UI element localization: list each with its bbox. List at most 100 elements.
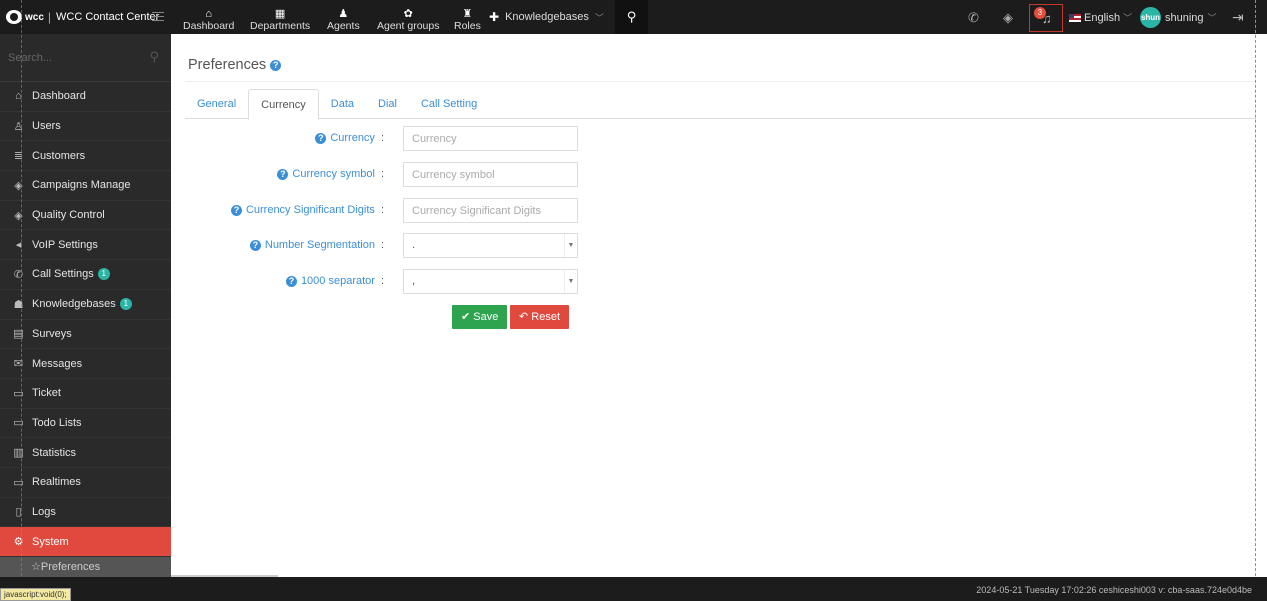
sidebar-item-ticket[interactable]: ▭ Ticket [0, 379, 171, 409]
language-label: English [1084, 11, 1121, 24]
nav-label: Departments [250, 20, 311, 32]
search-icon[interactable]: ⚲ [149, 49, 159, 65]
sidebar-item-realtimes[interactable]: ▭ Realtimes [0, 468, 171, 498]
currency-input[interactable] [403, 126, 578, 151]
bar-chart-icon: ▥ [13, 447, 24, 460]
nav-label: Dashboard [183, 20, 235, 32]
log-icon: ▯ [15, 506, 22, 519]
currency-symbol-label: ? Currency symbol: [277, 168, 384, 180]
notifications-button[interactable]: 3 ♫ [1029, 4, 1063, 32]
help-icon[interactable]: ? [315, 132, 327, 144]
sidebar-search-input[interactable] [8, 48, 158, 68]
reset-button-label: Reset [531, 311, 561, 323]
number-segmentation-row: ? Number Segmentation: . ▼ [171, 233, 871, 258]
sidebar-item-todo-lists[interactable]: ▭ Todo Lists [0, 409, 171, 439]
logout-icon[interactable]: ⇥ [1232, 9, 1244, 26]
volume-icon: ◂ [15, 239, 22, 252]
sidebar-item-label: Quality Control [32, 209, 105, 222]
sidebar-item-call-settings[interactable]: ✆ Call Settings 1 [0, 260, 171, 290]
sidebar-item-dashboard[interactable]: ⌂ Dashboard [0, 82, 171, 112]
help-icon[interactable]: ? [270, 59, 282, 71]
folder-icon: ▭ [13, 387, 24, 400]
currency-symbol-input[interactable] [403, 162, 578, 187]
search-button[interactable]: ⚲ [615, 0, 648, 34]
user-menu[interactable]: shun shuning ﹀ [1140, 7, 1217, 28]
guide-line [21, 0, 22, 601]
sidebar-item-label: Knowledgebases [32, 298, 116, 311]
nav-label: Roles [454, 20, 481, 32]
reset-button[interactable]: ↶ Reset [510, 305, 570, 329]
significant-digits-row: ? Currency Significant Digits: [171, 198, 871, 223]
chevron-down-icon: ﹀ [1123, 13, 1133, 23]
knowledgebases-menu[interactable]: ✚ Knowledgebases ﹀ [489, 10, 604, 24]
phone-icon: ✆ [13, 268, 24, 281]
help-icon[interactable]: ? [230, 204, 242, 216]
page-title-text: Preferences [188, 57, 267, 73]
page-title: Preferences ? [188, 57, 282, 73]
sidebar-item-statistics[interactable]: ▥ Statistics [0, 438, 171, 468]
sidebar-item-surveys[interactable]: ▤ Surveys [0, 320, 171, 350]
language-selector[interactable]: English ﹀ [1069, 11, 1132, 24]
nav-label: Agents [327, 20, 360, 32]
help-icon[interactable]: ? [277, 168, 289, 180]
roles-icon: ♜ [462, 8, 473, 20]
sidebar-item-messages[interactable]: ✉ Messages [0, 349, 171, 379]
currency-label-text: Currency [330, 132, 375, 144]
tab-dial[interactable]: Dial [366, 89, 409, 119]
count-badge: 1 [97, 268, 110, 281]
survey-icon: ▤ [13, 328, 24, 341]
nav-roles[interactable]: ♜ Roles [454, 8, 481, 32]
tab-call-setting[interactable]: Call Setting [409, 89, 489, 119]
brand[interactable]: wcc | WCC Contact Center [0, 0, 171, 34]
sidebar-subitem-preferences[interactable]: ☆Preferences [0, 557, 171, 577]
guide-line [1255, 0, 1256, 601]
nav-agents[interactable]: ♟ Agents [327, 8, 360, 32]
tab-data[interactable]: Data [319, 89, 366, 119]
number-segmentation-label-text: Number Segmentation [264, 239, 375, 251]
sidebar-item-label: Ticket [32, 387, 61, 400]
thousand-separator-select[interactable]: , ▼ [403, 269, 578, 294]
undo-icon: ↶ [519, 311, 529, 323]
logo-icon [6, 10, 22, 24]
monitor-icon: ▭ [13, 476, 24, 489]
plus-icon: ✚ [489, 10, 500, 24]
link-tooltip: javascript:void(0); [0, 588, 71, 601]
count-badge: 1 [119, 298, 132, 311]
divider [185, 81, 1256, 82]
phone-icon[interactable]: ✆ [968, 10, 979, 26]
sidebar-item-logs[interactable]: ▯ Logs [0, 498, 171, 528]
sidebar: ⚲ ⌂ Dashboard ♙ Users ≣ Customers ◈ Camp… [0, 34, 171, 577]
sidebar-item-system[interactable]: ⚙ System [0, 527, 171, 557]
gear-icon: ⚙ [13, 536, 24, 549]
hamburger-icon[interactable] [152, 12, 164, 21]
nav-departments[interactable]: ▦ Departments [250, 8, 310, 32]
tab-general[interactable]: General [185, 89, 248, 119]
bell-icon: ♫ [1042, 11, 1052, 26]
sidebar-item-voip-settings[interactable]: ◂ VoIP Settings [0, 230, 171, 261]
sidebar-item-customers[interactable]: ≣ Customers [0, 141, 171, 172]
help-icon[interactable]: ? [285, 275, 297, 287]
sidebar-item-label: VoIP Settings [32, 238, 98, 251]
significant-digits-input[interactable] [403, 198, 578, 223]
tab-currency[interactable]: Currency [248, 89, 319, 120]
departments-icon: ▦ [274, 8, 286, 20]
status-text: 2024-05-21 Tuesday 17:02:26 ceshiceshi00… [976, 585, 1252, 595]
number-segmentation-select[interactable]: . ▼ [403, 233, 578, 258]
search-icon: ⚲ [626, 9, 637, 24]
number-segmentation-label: ? Number Segmentation: [249, 239, 384, 251]
save-button[interactable]: ✔ Save [452, 305, 508, 329]
nav-agent-groups[interactable]: ✿ Agent groups [377, 8, 439, 32]
dropdown-arrow-icon: ▼ [564, 270, 577, 293]
help-icon[interactable]: ? [249, 239, 261, 251]
nav-label: Agent groups [377, 20, 440, 32]
sidebar-item-knowledgebases[interactable]: ☗ Knowledgebases 1 [0, 290, 171, 320]
brand-title: WCC Contact Center [56, 11, 160, 23]
sidebar-item-users[interactable]: ♙ Users [0, 112, 171, 142]
nav-dashboard[interactable]: ⌂ Dashboard [183, 8, 234, 32]
main-content: Preferences ? General Currency Data Dial… [171, 34, 1256, 577]
brand-mark: wcc [25, 11, 44, 23]
sidebar-item-campaigns-manage[interactable]: ◈ Campaigns Manage [0, 171, 171, 201]
layers-icon[interactable]: ◈ [1003, 10, 1013, 26]
sidebar-item-quality-control[interactable]: ◈ Quality Control [0, 201, 171, 231]
sidebar-item-label: Campaigns Manage [32, 179, 131, 192]
